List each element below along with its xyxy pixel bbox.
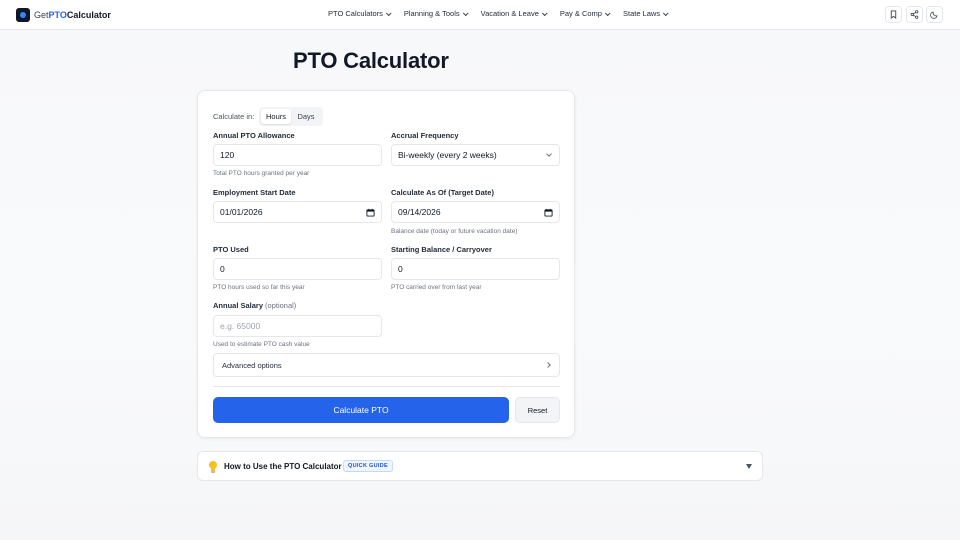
- chevron-right-icon: [545, 362, 551, 368]
- unit-toggle: Hours Days: [259, 107, 323, 126]
- annual-allowance-input[interactable]: 120: [213, 144, 382, 166]
- main-nav: PTO Calculators Planning & Tools Vacatio…: [328, 9, 681, 18]
- starting-balance-label: Starting Balance / Carryover: [391, 245, 492, 254]
- chevron-down-icon: [546, 151, 552, 157]
- chevron-down-icon: [385, 9, 392, 16]
- share-icon: [910, 10, 919, 19]
- start-date-label: Employment Start Date: [213, 188, 296, 197]
- expand-arrow-icon[interactable]: [746, 464, 752, 469]
- nav-pto-calculators[interactable]: PTO Calculators: [328, 9, 392, 18]
- starting-balance-hint: PTO carried over from last year: [391, 284, 482, 291]
- site-logo[interactable]: GetPTOCalculator: [16, 8, 111, 22]
- optional-tag: (optional): [265, 301, 297, 310]
- calculate-pto-button[interactable]: Calculate PTO: [213, 397, 509, 423]
- page-title: PTO Calculator: [293, 48, 449, 73]
- logo-icon: [16, 8, 30, 22]
- advanced-options-toggle[interactable]: Advanced options: [213, 353, 560, 377]
- target-date-label: Calculate As Of (Target Date): [391, 188, 494, 197]
- starting-balance-input[interactable]: 0: [391, 258, 560, 280]
- guide-title: How to Use the PTO Calculator: [224, 462, 342, 471]
- pto-used-hint: PTO hours used so far this year: [213, 284, 305, 291]
- divider: [213, 386, 560, 387]
- accrual-frequency-label: Accrual Frequency: [391, 131, 459, 140]
- calendar-icon[interactable]: [366, 208, 375, 217]
- target-date-input[interactable]: 09/14/2026: [391, 201, 560, 223]
- pto-used-label: PTO Used: [213, 245, 249, 254]
- bookmark-icon: [890, 10, 897, 19]
- salary-label: Annual Salary (optional): [213, 301, 297, 310]
- target-date-hint: Balance date (today or future vacation d…: [391, 228, 518, 235]
- theme-toggle-button[interactable]: [926, 6, 943, 23]
- nav-vacation-leave[interactable]: Vacation & Leave: [481, 9, 548, 18]
- nav-pay-comp[interactable]: Pay & Comp: [560, 9, 611, 18]
- top-header: GetPTOCalculator PTO Calculators Plannin…: [0, 0, 960, 30]
- pto-used-input[interactable]: 0: [213, 258, 382, 280]
- chevron-down-icon: [462, 9, 469, 16]
- accrual-frequency-select[interactable]: Bi-weekly (every 2 weeks): [391, 144, 560, 166]
- calculator-card: Calculate in: Hours Days Annual PTO Allo…: [197, 90, 575, 438]
- nav-planning-tools[interactable]: Planning & Tools: [404, 9, 469, 18]
- salary-input[interactable]: e.g. 65000: [213, 315, 382, 337]
- unit-hours-button[interactable]: Hours: [261, 109, 291, 124]
- chevron-down-icon: [662, 9, 669, 16]
- annual-allowance-hint: Total PTO hours granted per year: [213, 170, 310, 177]
- salary-hint: Used to estimate PTO cash value: [213, 341, 310, 348]
- calculate-in-label: Calculate in:: [213, 112, 255, 121]
- quick-guide-accordion[interactable]: How to Use the PTO Calculator QUICK GUID…: [197, 451, 763, 481]
- calendar-icon[interactable]: [544, 208, 553, 217]
- chevron-down-icon: [541, 9, 548, 16]
- lightbulb-icon: [209, 461, 217, 473]
- quick-guide-badge: QUICK GUIDE: [343, 460, 393, 472]
- bookmark-button[interactable]: [885, 6, 902, 23]
- nav-state-laws[interactable]: State Laws: [623, 9, 669, 18]
- reset-button[interactable]: Reset: [515, 397, 560, 423]
- unit-days-button[interactable]: Days: [291, 109, 321, 124]
- logo-text: GetPTOCalculator: [34, 10, 111, 20]
- moon-icon: [930, 11, 938, 19]
- share-button[interactable]: [906, 6, 923, 23]
- chevron-down-icon: [604, 9, 611, 16]
- annual-allowance-label: Annual PTO Allowance: [213, 131, 295, 140]
- start-date-input[interactable]: 01/01/2026: [213, 201, 382, 223]
